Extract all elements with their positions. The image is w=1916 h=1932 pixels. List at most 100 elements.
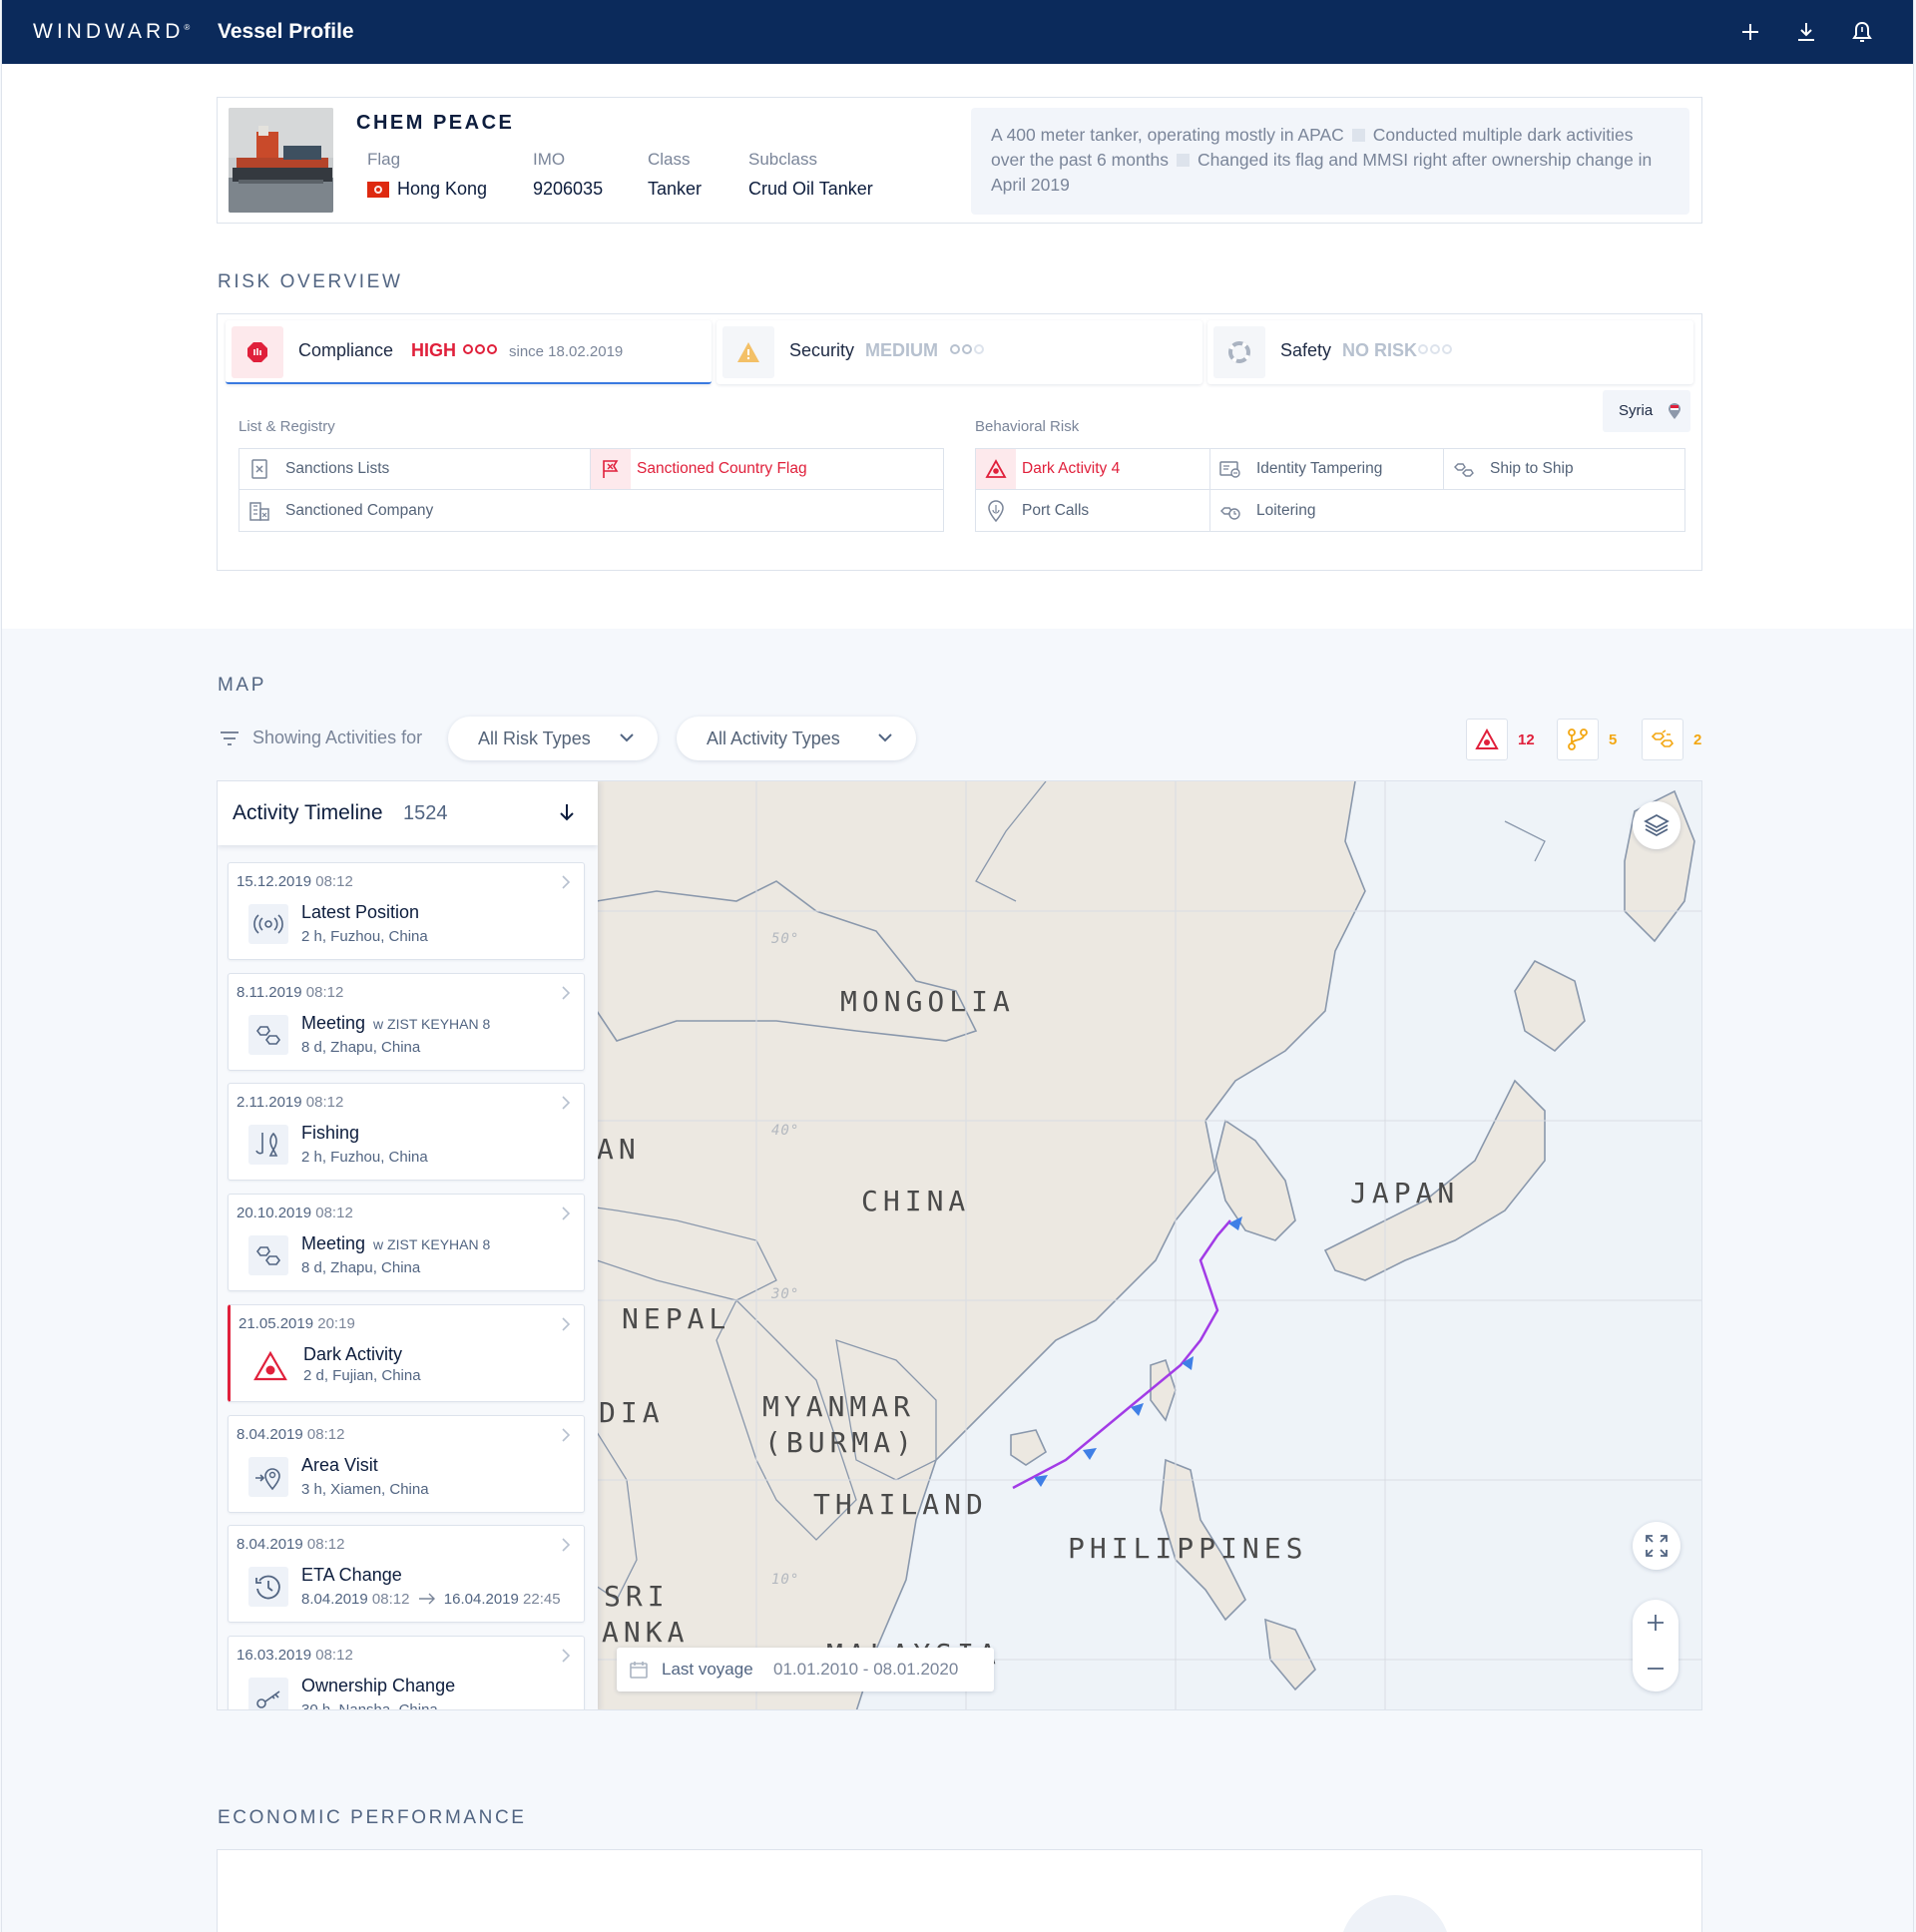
tab-security[interactable]: Security MEDIUM [717, 320, 1202, 384]
chevron-right-icon [562, 875, 571, 889]
chevron-down-icon [878, 733, 892, 742]
chevron-down-icon [620, 733, 634, 742]
map-panel: MONGOLIA CHINA JAPAN NEPAL MYANMAR (BURM… [217, 780, 1702, 1710]
fishing-icon [248, 1125, 288, 1165]
windward-logo[interactable]: WINDWARD® [33, 20, 190, 44]
dark-activity-icon [1466, 719, 1508, 760]
ship-to-ship-counter[interactable]: 2 [1642, 719, 1701, 760]
summary-separator [1351, 129, 1365, 142]
warning-icon [722, 326, 774, 378]
fullscreen-button[interactable] [1633, 1522, 1680, 1570]
map-label-philippines: PHILIPPINES [1068, 1532, 1308, 1565]
risk-item-sanctions-lists[interactable]: Sanctions Lists [240, 449, 591, 490]
filters-label: Showing Activities for [252, 727, 423, 747]
document-x-icon [240, 449, 279, 489]
economic-chart-placeholder [1343, 1895, 1447, 1932]
map-label-myanmar: MYANMAR [762, 1390, 916, 1423]
zoom-controls [1633, 1600, 1678, 1691]
timeline-item-area-visit[interactable]: 8.04.2019 08:12 Area Visit 3 h, Xiamen, … [228, 1415, 585, 1513]
risk-item-dark-activity[interactable]: Dark Activity 4 [976, 449, 1210, 490]
lifebuoy-icon [1213, 326, 1265, 378]
class-value: Tanker [648, 179, 703, 199]
zoom-out-button[interactable] [1633, 1646, 1678, 1691]
top-bar: WINDWARD® Vessel Profile [2, 0, 1913, 64]
arrow-right-icon [418, 1593, 435, 1605]
timeline-item-latest-position[interactable]: 15.12.2019 08:12 Latest Position 2 h, Fu… [228, 862, 585, 960]
clock-icon [248, 1567, 288, 1607]
last-voyage-range[interactable]: Last voyage 01.01.2010 - 08.01.2020 [617, 1648, 994, 1691]
flag-label: Flag [367, 150, 401, 169]
activity-timeline-header: Activity Timeline 1524 [218, 781, 598, 845]
map-label-dia: DIA [599, 1396, 665, 1429]
behavioral-risk-label: Behavioral Risk [975, 418, 1080, 435]
vessel-name: CHEM PEACE [356, 112, 515, 134]
map-label-an: AN [597, 1133, 641, 1166]
activity-types-dropdown[interactable]: All Activity Types [677, 717, 916, 760]
flag-value: Hong Kong [367, 179, 487, 200]
ship-to-ship-icon [1444, 449, 1484, 489]
download-icon[interactable] [1792, 18, 1820, 46]
dark-activity-counter[interactable]: 12 [1466, 719, 1535, 760]
tab-safety-level: NO RISK [1342, 340, 1418, 360]
risk-item-port-calls[interactable]: Port Calls [976, 490, 1210, 531]
timeline-item-meeting[interactable]: 8.11.2019 08:12 Meeting w ZIST KEYHAN 8 8… [228, 973, 585, 1071]
tab-compliance[interactable]: Compliance HIGH since 18.02.2019 [226, 320, 712, 384]
identity-card-icon [1210, 449, 1250, 489]
filter-icon [220, 730, 240, 751]
timeline-item-ownership-change[interactable]: 16.03.2019 08:12 Ownership Change 30 h, … [228, 1636, 585, 1709]
risk-item-sanctioned-company[interactable]: Sanctioned Company [240, 490, 943, 531]
broadcast-icon [248, 904, 288, 944]
sort-down-icon[interactable] [557, 801, 577, 823]
building-x-icon [240, 491, 279, 531]
zoom-in-button[interactable] [1633, 1600, 1678, 1646]
route-count: 5 [1609, 730, 1618, 748]
dark-activity-icon [250, 1346, 290, 1386]
plus-icon[interactable] [1736, 18, 1764, 46]
timeline-item-meeting[interactable]: 20.10.2019 08:12 Meeting w ZIST KEYHAN 8 … [228, 1194, 585, 1291]
activity-timeline: Activity Timeline 1524 15.12.2019 08:12 … [218, 781, 598, 1709]
behavioral-risk-grid: Dark Activity 4 Identity Tampering Ship … [975, 448, 1685, 532]
map-grid-label-50: 50° [771, 931, 800, 947]
timeline-item-dark-activity[interactable]: 21.05.2019 20:19 Dark Activity 2 d, Fuji… [228, 1304, 585, 1402]
map-label-japan: JAPAN [1350, 1177, 1460, 1209]
risk-item-loitering[interactable]: Loitering [1210, 490, 1684, 531]
tab-compliance-since: since 18.02.2019 [509, 343, 624, 360]
tab-security-level: MEDIUM [865, 340, 938, 360]
risk-types-dropdown[interactable]: All Risk Types [448, 717, 658, 760]
ships-meeting-icon [248, 1235, 288, 1275]
map-label-nepal: NEPAL [622, 1302, 731, 1335]
list-registry-label: List & Registry [239, 418, 335, 435]
dark-activity-count: 4 [1111, 460, 1121, 477]
ship-to-ship-icon [1642, 719, 1683, 760]
risk-item-identity-tampering[interactable]: Identity Tampering [1210, 449, 1444, 490]
subclass-value: Crud Oil Tanker [748, 179, 873, 199]
route-counter[interactable]: 5 [1557, 719, 1617, 760]
plus-icon [1648, 1615, 1664, 1631]
map-grid-label-10: 10° [771, 1572, 800, 1588]
risk-item-sanctioned-country-flag[interactable]: Sanctioned Country Flag [591, 449, 943, 490]
map-label-china: CHINA [861, 1185, 971, 1217]
dark-activity-count: 12 [1518, 730, 1535, 748]
risk-item-ship-to-ship[interactable]: Ship to Ship [1444, 449, 1684, 490]
dark-activity-icon [976, 449, 1016, 489]
activity-timeline-count: 1524 [403, 802, 448, 824]
risk-overview-title: RISK OVERVIEW [218, 271, 403, 292]
chevron-right-icon [562, 1428, 571, 1442]
tab-safety[interactable]: Safety NO RISK [1207, 320, 1693, 384]
summary-separator [1177, 154, 1191, 167]
bell-icon[interactable] [1848, 18, 1876, 46]
vessel-header-card: CHEM PEACE Flag Hong Kong IMO 9206035 Cl… [217, 97, 1702, 224]
timeline-item-fishing[interactable]: 2.11.2019 08:12 Fishing 2 h, Fuzhou, Chi… [228, 1083, 585, 1181]
imo-value: 9206035 [533, 179, 604, 199]
ships-meeting-icon [248, 1015, 288, 1055]
layers-icon [1644, 813, 1670, 837]
tab-safety-name: Safety [1280, 340, 1332, 360]
map-label-sri: SRI [604, 1580, 670, 1613]
ship-to-ship-count: 2 [1693, 730, 1702, 748]
timeline-item-eta-change[interactable]: 8.04.2019 08:12 ETA Change 8.04.2019 08:… [228, 1525, 585, 1623]
map-label-mongolia: MONGOLIA [840, 985, 1015, 1018]
layers-button[interactable] [1633, 801, 1680, 849]
country-tag-syria[interactable]: Syria [1603, 390, 1690, 432]
map-label-anka: ANKA [602, 1616, 690, 1649]
ownership-key-icon [248, 1678, 288, 1709]
